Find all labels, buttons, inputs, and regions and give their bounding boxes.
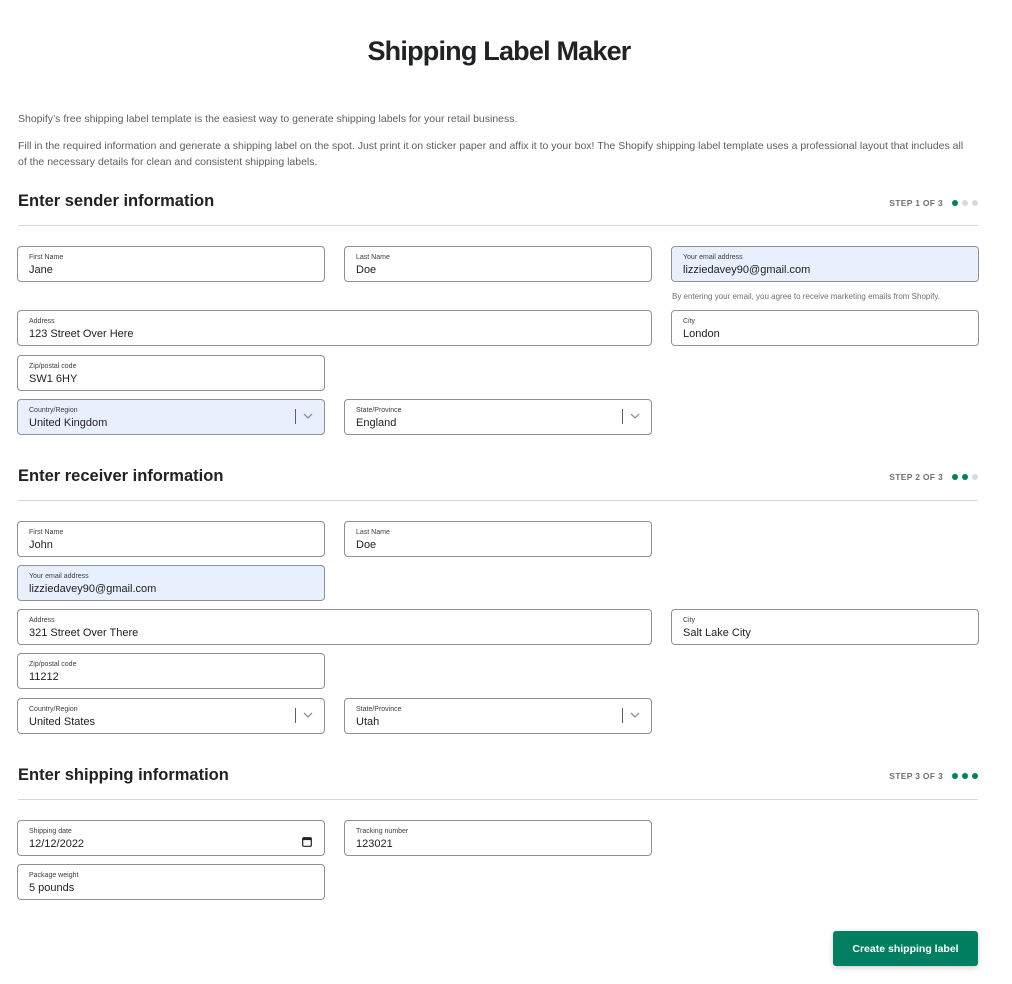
field-value[interactable]: lizziedavey90@gmail.com — [683, 263, 967, 278]
field-value[interactable]: Jane — [29, 263, 313, 278]
step-dot-2 — [962, 474, 968, 480]
step-label: STEP 3 OF 3 — [889, 771, 943, 781]
receiver-city-field[interactable]: City Salt Lake City — [671, 609, 979, 645]
field-label: Your email address — [683, 254, 743, 261]
step-label: STEP 2 OF 3 — [889, 472, 943, 482]
field-label: City — [683, 318, 696, 325]
field-value: United Kingdom — [29, 417, 108, 429]
step-dot-2 — [962, 773, 968, 779]
field-value[interactable]: SW1 6HY — [29, 372, 313, 387]
field-value[interactable]: 123 Street Over Here — [29, 327, 640, 342]
field-label: Last Name — [356, 529, 390, 536]
field-label: Last Name — [356, 254, 390, 261]
sender-step-indicator: STEP 1 OF 3 — [889, 198, 978, 208]
section-divider — [18, 225, 978, 226]
receiver-first-name-field[interactable]: First Name John — [17, 521, 325, 557]
shipping-step-indicator: STEP 3 OF 3 — [889, 771, 978, 781]
field-label: First Name — [29, 254, 64, 261]
step-dot-3 — [972, 773, 978, 779]
field-label: State/Province — [356, 706, 402, 713]
field-label: Country/Region — [29, 407, 78, 414]
field-value[interactable]: Doe — [356, 538, 640, 553]
field-value[interactable]: John — [29, 538, 313, 553]
field-value[interactable]: lizziedavey90@gmail.com — [29, 582, 313, 597]
field-value[interactable]: 11212 — [29, 670, 313, 685]
section-divider — [18, 799, 978, 800]
intro-description: Fill in the required information and gen… — [18, 140, 964, 168]
receiver-zip-field[interactable]: Zip/postal code 11212 — [17, 653, 325, 689]
field-label: Address — [29, 318, 55, 325]
tracking-number-field[interactable]: Tracking number 123021 — [344, 820, 652, 856]
field-value: Utah — [356, 716, 380, 728]
receiver-state-select[interactable]: State/Province Utah — [344, 698, 652, 734]
step-dot-1 — [952, 773, 958, 779]
shipping-date-field[interactable]: Shipping date 12/12/2022 — [17, 820, 325, 856]
receiver-last-name-field[interactable]: Last Name Doe — [344, 521, 652, 557]
field-value: United States — [29, 716, 96, 728]
email-consent-note: By entering your email, you agree to rec… — [672, 292, 940, 301]
field-label: Zip/postal code — [29, 661, 77, 668]
receiver-step-indicator: STEP 2 OF 3 — [889, 472, 978, 482]
sender-country-select[interactable]: Country/Region United Kingdom — [17, 399, 325, 435]
field-label: Zip/postal code — [29, 363, 77, 370]
sender-first-name-field[interactable]: First Name Jane — [17, 246, 325, 282]
field-label: Address — [29, 617, 55, 624]
shipping-heading: Enter shipping information — [18, 766, 229, 784]
receiver-address-field[interactable]: Address 321 Street Over There — [17, 609, 652, 645]
section-divider — [18, 500, 978, 501]
step-dot-1 — [952, 474, 958, 480]
chevron-down-icon[interactable] — [629, 410, 641, 422]
receiver-heading: Enter receiver information — [18, 467, 224, 485]
select-separator — [295, 409, 296, 424]
select-separator — [295, 708, 296, 723]
field-label: Package weight — [29, 872, 79, 879]
field-value[interactable]: London — [683, 327, 967, 342]
select-separator — [622, 409, 623, 424]
field-value[interactable]: 12/12/2022 — [29, 837, 313, 852]
field-label: City — [683, 617, 696, 624]
package-weight-field[interactable]: Package weight 5 pounds — [17, 864, 325, 900]
field-label: Country/Region — [29, 706, 78, 713]
create-shipping-label-button[interactable]: Create shipping label — [833, 931, 978, 966]
sender-heading: Enter sender information — [18, 192, 215, 210]
sender-address-field[interactable]: Address 123 Street Over Here — [17, 310, 652, 346]
chevron-down-icon[interactable] — [629, 709, 641, 721]
field-value: England — [356, 417, 397, 429]
field-label: State/Province — [356, 407, 402, 414]
field-label: First Name — [29, 529, 64, 536]
field-label: Shipping date — [29, 828, 72, 835]
field-value[interactable]: 321 Street Over There — [29, 626, 640, 641]
field-value[interactable]: 5 pounds — [29, 881, 313, 896]
field-label: Tracking number — [356, 828, 409, 835]
step-label: STEP 1 OF 3 — [889, 198, 943, 208]
sender-state-select[interactable]: State/Province England — [344, 399, 652, 435]
sender-email-field[interactable]: Your email address lizziedavey90@gmail.c… — [671, 246, 979, 282]
step-dot-3 — [972, 200, 978, 206]
receiver-email-field[interactable]: Your email address lizziedavey90@gmail.c… — [17, 565, 325, 601]
chevron-down-icon[interactable] — [302, 709, 314, 721]
field-value[interactable]: Salt Lake City — [683, 626, 967, 641]
step-dot-1 — [952, 200, 958, 206]
step-dot-2 — [962, 200, 968, 206]
field-value[interactable]: Doe — [356, 263, 640, 278]
field-value[interactable]: 123021 — [356, 837, 640, 852]
page-title: Shipping Label Maker — [367, 36, 631, 66]
sender-last-name-field[interactable]: Last Name Doe — [344, 246, 652, 282]
sender-zip-field[interactable]: Zip/postal code SW1 6HY — [17, 355, 325, 391]
field-label: Your email address — [29, 573, 89, 580]
intro-text: Shopify’s free shipping label template i… — [18, 113, 518, 125]
step-dot-3 — [972, 474, 978, 480]
select-separator — [622, 708, 623, 723]
sender-city-field[interactable]: City London — [671, 310, 979, 346]
chevron-down-icon[interactable] — [302, 410, 314, 422]
calendar-icon[interactable] — [302, 837, 312, 847]
receiver-country-select[interactable]: Country/Region United States — [17, 698, 325, 734]
